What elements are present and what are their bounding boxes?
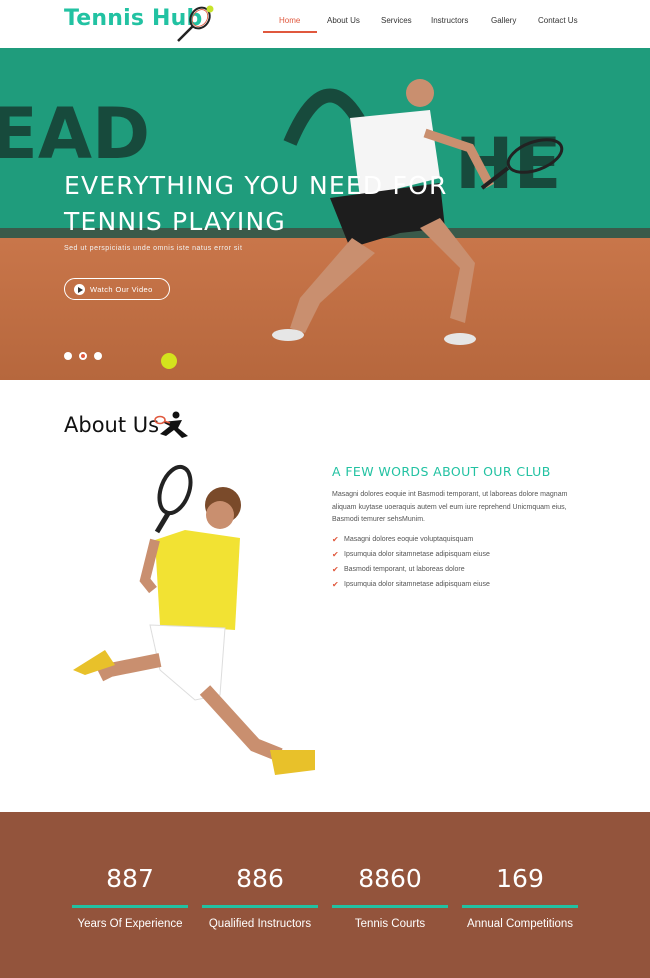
site-header: Tennis Hub Home About Us Services Instru… xyxy=(0,0,650,48)
watch-video-button[interactable]: Watch Our Video xyxy=(64,278,170,300)
nav-about-us[interactable]: About Us xyxy=(327,16,360,25)
slider-dot-1[interactable] xyxy=(64,352,72,360)
play-icon xyxy=(74,284,85,295)
club-feature-list: ✔ Masagni dolores eoquie voluptaquisquam … xyxy=(332,535,490,595)
watch-video-label: Watch Our Video xyxy=(90,285,153,294)
stat-divider xyxy=(202,905,318,908)
nav-contact-us[interactable]: Contact Us xyxy=(538,16,578,25)
main-nav: Home About Us Services Instructors Galle… xyxy=(0,16,650,36)
stats-section: 887 Years Of Experience 886 Qualified In… xyxy=(0,812,650,978)
nav-gallery[interactable]: Gallery xyxy=(491,16,516,25)
stat-value: 886 xyxy=(236,864,284,893)
check-icon: ✔ xyxy=(332,565,339,574)
hero-slider: EAD HE EVERYTHING YOU NEED FOR TENNIS PL… xyxy=(0,48,650,380)
check-icon: ✔ xyxy=(332,535,339,544)
hero-title-line1: EVERYTHING YOU NEED FOR xyxy=(64,171,448,200)
check-icon: ✔ xyxy=(332,580,339,589)
nav-home[interactable]: Home xyxy=(279,16,300,25)
list-item: ✔ Ipsumquia dolor sitamnetase adipisquam … xyxy=(332,580,490,589)
stat-label: Qualified Instructors xyxy=(208,918,312,930)
about-section-title: About Us xyxy=(64,413,160,437)
slider-dot-2[interactable] xyxy=(79,352,87,360)
stat-value: 8860 xyxy=(358,864,422,893)
svg-text:EAD: EAD xyxy=(0,93,150,175)
stat-label: Tennis Courts xyxy=(354,918,426,930)
stat-divider xyxy=(72,905,188,908)
club-heading: A FEW WORDS ABOUT OUR CLUB xyxy=(332,464,551,479)
list-item: ✔ Basmodi temporant, ut laboreas dolore xyxy=(332,565,465,574)
stat-label: Years Of Experience xyxy=(77,918,183,930)
list-item: ✔ Masagni dolores eoquie voluptaquisquam xyxy=(332,535,474,544)
tennis-player-icon xyxy=(154,411,188,438)
nav-active-indicator xyxy=(263,31,317,33)
stat-label: Annual Competitions xyxy=(466,918,574,930)
stat-divider xyxy=(332,905,448,908)
nav-instructors[interactable]: Instructors xyxy=(431,16,468,25)
hero-title: EVERYTHING YOU NEED FOR TENNIS PLAYING xyxy=(64,168,448,240)
hero-title-line2: TENNIS PLAYING xyxy=(64,207,286,236)
about-player-image xyxy=(73,464,315,775)
slider-dot-3[interactable] xyxy=(94,352,102,360)
club-paragraph: Masagni dolores eoquie int Basmodi tempo… xyxy=(332,491,568,523)
nav-services[interactable]: Services xyxy=(381,16,412,25)
check-icon: ✔ xyxy=(332,550,339,559)
stat-value: 169 xyxy=(496,864,544,893)
hero-subtitle: Sed ut perspiciatis unde omnis iste natu… xyxy=(64,245,243,252)
stat-divider xyxy=(462,905,578,908)
list-item: ✔ Ipsumquia dolor sitamnetase adipisquam … xyxy=(332,550,490,559)
stat-value: 887 xyxy=(106,864,154,893)
